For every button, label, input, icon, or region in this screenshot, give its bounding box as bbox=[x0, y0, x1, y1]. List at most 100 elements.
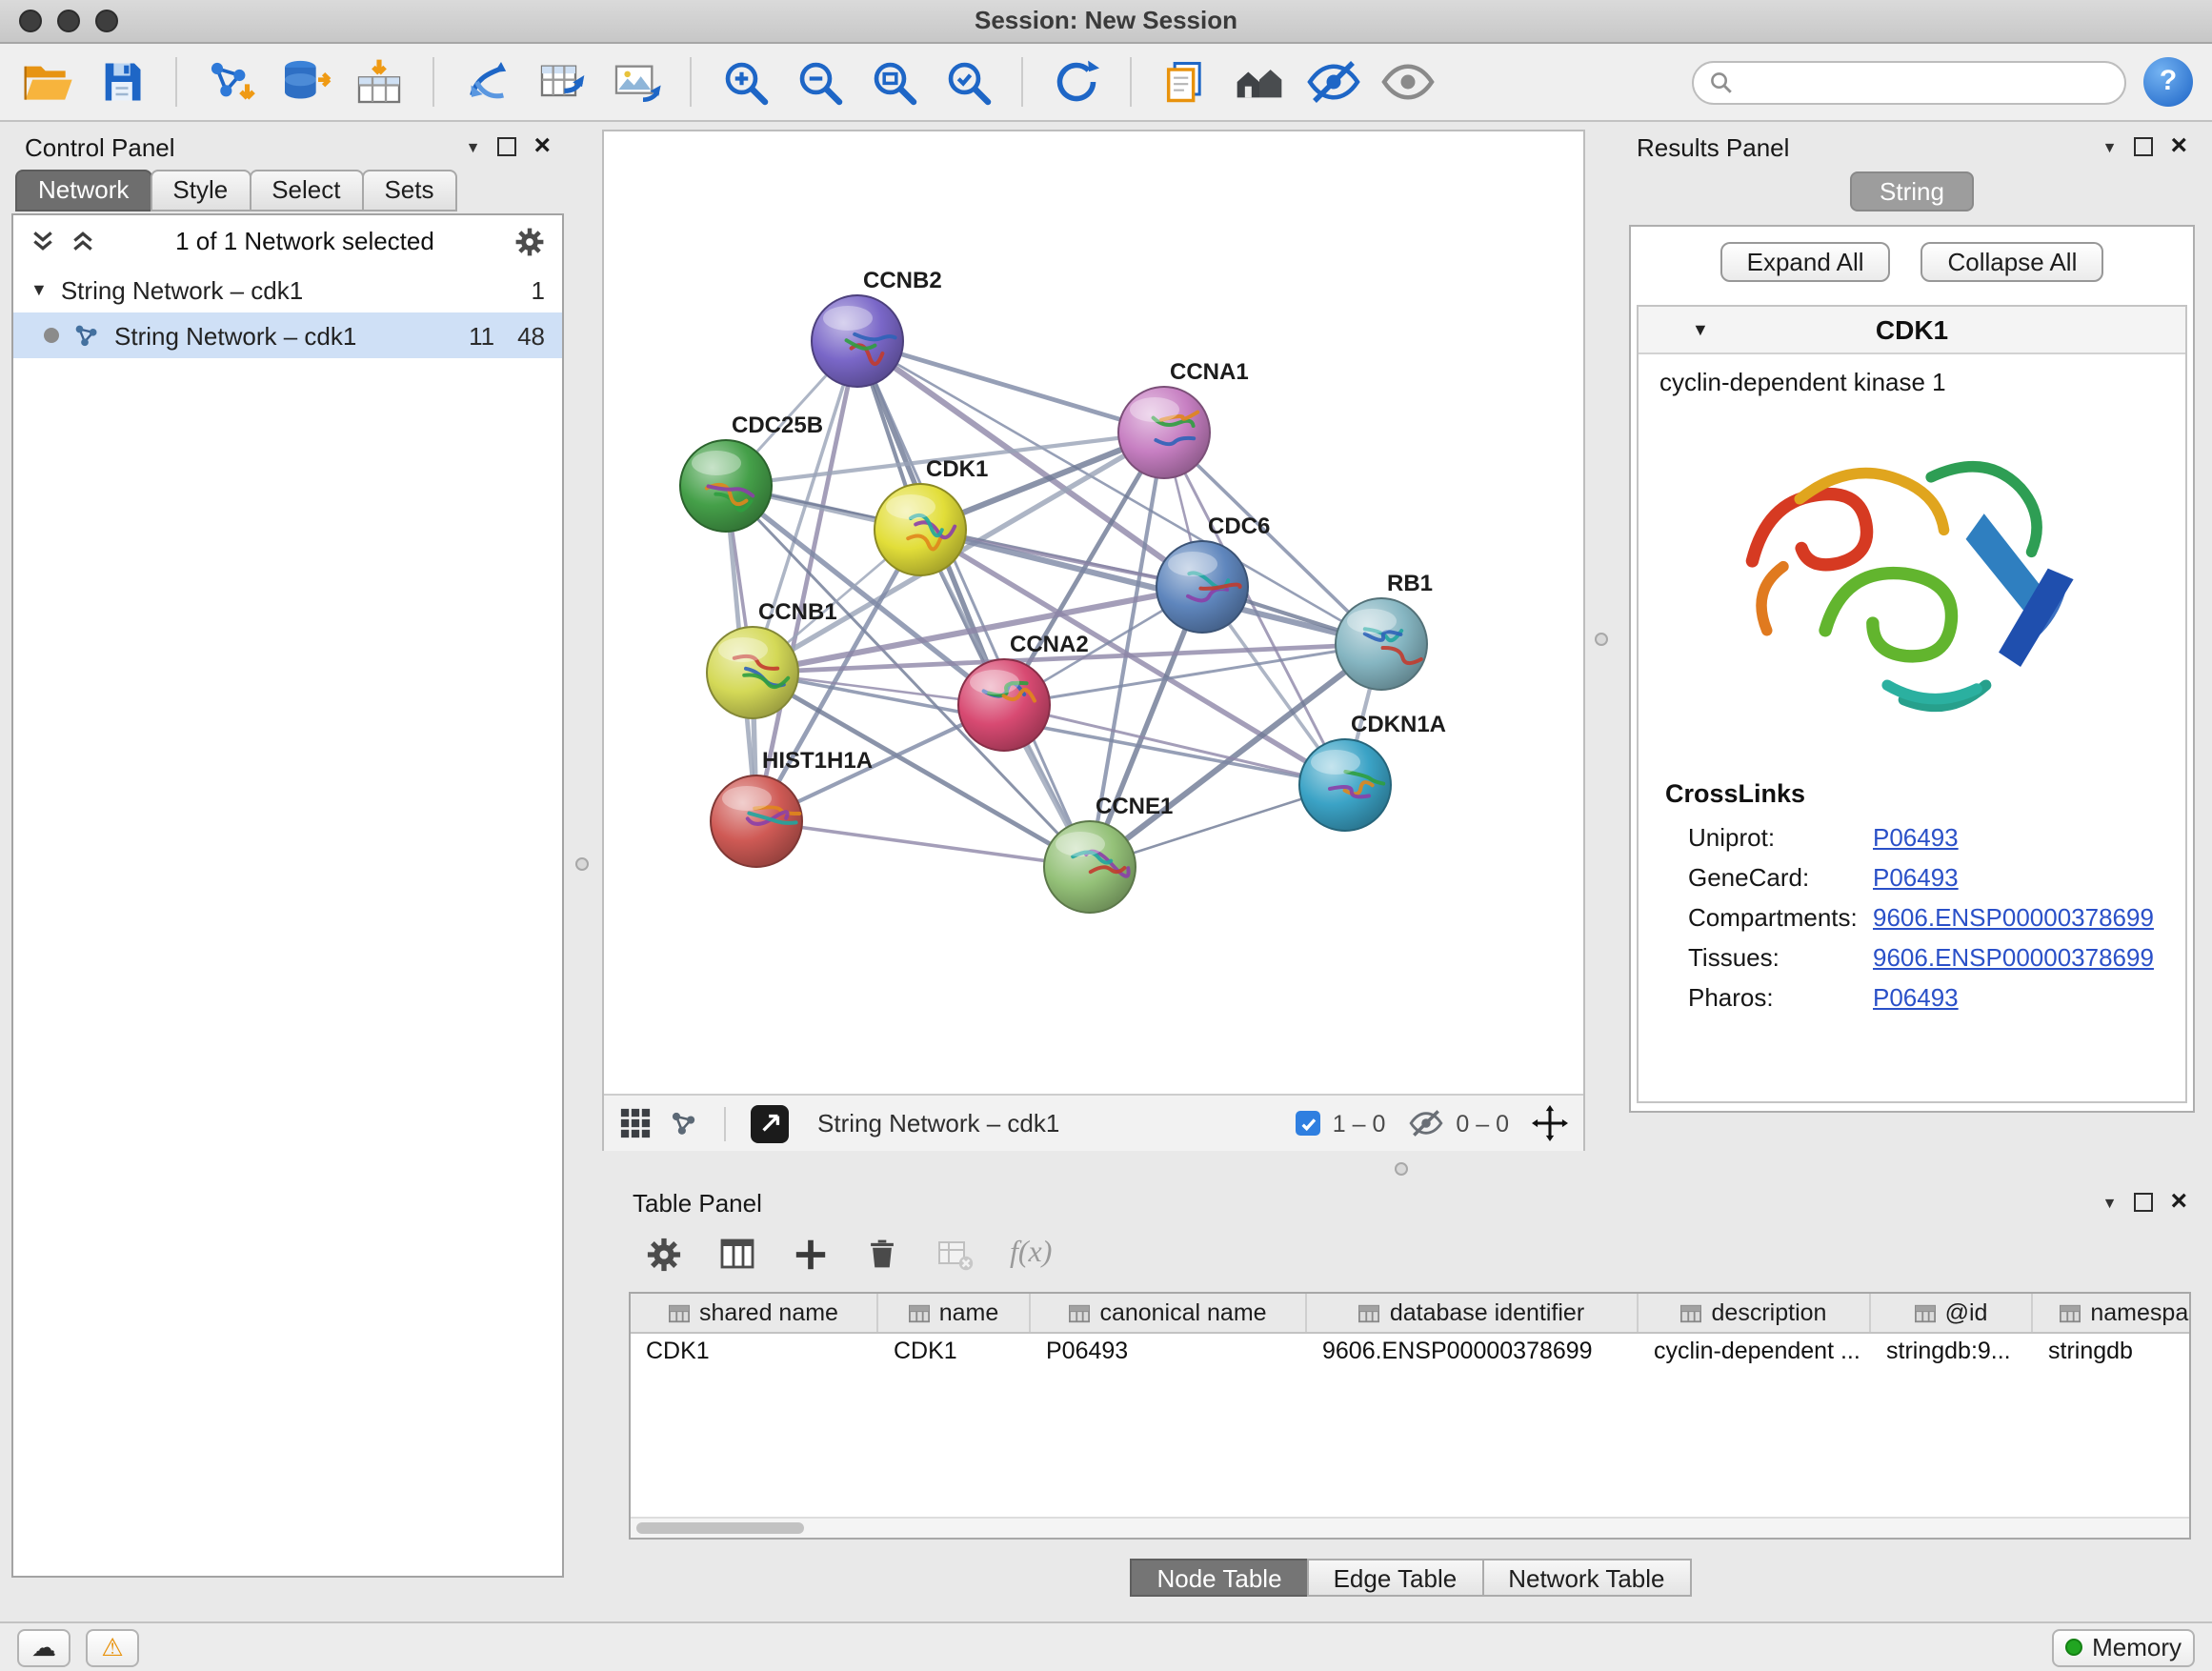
gear-icon[interactable] bbox=[646, 1236, 682, 1272]
hidden-eye-slash-icon[interactable] bbox=[1408, 1105, 1444, 1141]
import-network-database-button[interactable] bbox=[276, 53, 333, 111]
delete-column-icon[interactable] bbox=[865, 1237, 899, 1271]
crosshair-icon[interactable] bbox=[1532, 1105, 1568, 1141]
tab-network[interactable]: Network bbox=[15, 170, 151, 211]
crosslink-link[interactable]: 9606.ENSP00000378699 bbox=[1873, 903, 2154, 932]
search-field[interactable] bbox=[1692, 60, 2126, 104]
column-header-description[interactable]: description bbox=[1639, 1294, 1871, 1332]
network-collection-row[interactable]: ▼ String Network – cdk1 1 bbox=[13, 267, 562, 312]
close-window-button[interactable] bbox=[19, 10, 42, 32]
main-toolbar: ? bbox=[0, 44, 2212, 122]
save-session-button[interactable] bbox=[93, 53, 151, 111]
column-header--id[interactable]: @id bbox=[1871, 1294, 2033, 1332]
panel-float-icon[interactable] bbox=[2134, 1193, 2153, 1212]
crosslink-link[interactable]: 9606.ENSP00000378699 bbox=[1873, 943, 2154, 972]
export-image-button[interactable] bbox=[608, 53, 665, 111]
splitter-handle[interactable] bbox=[1395, 1162, 1408, 1176]
tab-sets[interactable]: Sets bbox=[361, 170, 456, 211]
copy-button[interactable] bbox=[1156, 53, 1214, 111]
table-cell: stringdb bbox=[2033, 1334, 2191, 1372]
tab-node-table[interactable]: Node Table bbox=[1130, 1559, 1308, 1597]
table-cell: CDK1 bbox=[878, 1334, 1031, 1372]
search-input[interactable] bbox=[1745, 67, 2109, 97]
zoom-selected-button[interactable] bbox=[939, 53, 996, 111]
tab-string[interactable]: String bbox=[1849, 171, 1975, 211]
warnings-button[interactable]: ⚠ bbox=[86, 1628, 139, 1666]
panel-close-icon[interactable]: × bbox=[2170, 137, 2187, 156]
crosslink-link[interactable]: P06493 bbox=[1873, 983, 1959, 1012]
import-network-file-button[interactable] bbox=[202, 53, 259, 111]
zoom-fit-button[interactable] bbox=[865, 53, 922, 111]
panel-menu-icon[interactable]: ▼ bbox=[2102, 138, 2118, 155]
zoom-in-button[interactable] bbox=[716, 53, 774, 111]
layout-arrows-button[interactable] bbox=[459, 53, 516, 111]
column-header-database-identifier[interactable]: database identifier bbox=[1307, 1294, 1639, 1332]
network-item-row[interactable]: String Network – cdk1 11 48 bbox=[13, 312, 562, 358]
tab-style[interactable]: Style bbox=[150, 170, 251, 211]
network-edge[interactable] bbox=[857, 341, 1164, 433]
network-node-hist1h1a[interactable]: HIST1H1A bbox=[711, 748, 873, 867]
collapse-triangle-icon[interactable]: ▼ bbox=[1692, 320, 1709, 339]
grid-overview-icon[interactable] bbox=[619, 1107, 652, 1139]
zoom-window-button[interactable] bbox=[95, 10, 118, 32]
protein-section: ▼ CDK1 cyclin-dependent kinase 1 bbox=[1637, 305, 2187, 1103]
network-node-ccnb2[interactable]: CCNB2 bbox=[812, 268, 942, 387]
network-edge[interactable] bbox=[756, 821, 1090, 867]
caret-down-icon[interactable]: ▼ bbox=[30, 280, 48, 299]
panel-close-icon[interactable]: × bbox=[2170, 1193, 2187, 1212]
refresh-view-button[interactable] bbox=[1048, 53, 1105, 111]
tab-network-table[interactable]: Network Table bbox=[1481, 1559, 1691, 1597]
collapse-all-button[interactable]: Collapse All bbox=[1921, 242, 2104, 282]
network-node-ccna1[interactable]: CCNA1 bbox=[1118, 359, 1249, 478]
network-edge[interactable] bbox=[857, 341, 1090, 867]
toolbar-separator bbox=[1130, 57, 1132, 107]
panel-float-icon[interactable] bbox=[497, 137, 516, 156]
open-session-button[interactable] bbox=[19, 53, 76, 111]
function-builder-button[interactable]: f(x) bbox=[1010, 1237, 1052, 1271]
splitter-handle[interactable] bbox=[575, 857, 589, 871]
network-view: CCNB2CCNA1CDC25BCDK1CDC6RB1CCNB1CCNA2CDK… bbox=[602, 130, 1585, 1151]
hide-details-button[interactable] bbox=[1305, 53, 1362, 111]
network-node-cdkn1a[interactable]: CDKN1A bbox=[1299, 712, 1446, 831]
zoom-out-button[interactable] bbox=[791, 53, 848, 111]
export-table-button[interactable] bbox=[533, 53, 591, 111]
column-header-namespace[interactable]: namespace bbox=[2033, 1294, 2191, 1332]
panel-float-icon[interactable] bbox=[2134, 137, 2153, 156]
crosslink-link[interactable]: P06493 bbox=[1873, 823, 1959, 852]
tab-edge-table[interactable]: Edge Table bbox=[1307, 1559, 1484, 1597]
control-panel-header: Control Panel ▼ × bbox=[8, 126, 568, 168]
help-icon[interactable]: ? bbox=[2143, 57, 2193, 107]
table-row[interactable]: CDK1CDK1P064939606.ENSP00000378699cyclin… bbox=[631, 1334, 2189, 1372]
panel-close-icon[interactable]: × bbox=[533, 137, 551, 156]
home-navigator-button[interactable] bbox=[1231, 53, 1288, 111]
cloud-button[interactable]: ☁ bbox=[17, 1628, 70, 1666]
crosslink-link[interactable]: P06493 bbox=[1873, 863, 1959, 892]
gear-icon[interactable] bbox=[514, 226, 545, 256]
collapse-all-icon[interactable] bbox=[30, 229, 55, 253]
protein-section-header[interactable]: ▼ CDK1 bbox=[1639, 307, 2185, 354]
select-columns-icon[interactable] bbox=[718, 1235, 756, 1273]
expand-all-button[interactable]: Expand All bbox=[1720, 242, 1891, 282]
splitter-handle[interactable] bbox=[1595, 633, 1608, 646]
minimize-window-button[interactable] bbox=[57, 10, 80, 32]
open-in-new-button[interactable] bbox=[751, 1104, 789, 1142]
import-table-button[interactable] bbox=[351, 53, 408, 111]
column-header-shared-name[interactable]: shared name bbox=[631, 1294, 878, 1332]
panel-menu-icon[interactable]: ▼ bbox=[2102, 1194, 2118, 1211]
panel-menu-icon[interactable]: ▼ bbox=[466, 138, 481, 155]
selected-checkbox-icon[interactable] bbox=[1297, 1111, 1321, 1136]
horizontal-scrollbar[interactable] bbox=[631, 1517, 2189, 1538]
scrollbar-thumb[interactable] bbox=[636, 1521, 804, 1533]
control-panel: Control Panel ▼ × NetworkStyleSelectSets… bbox=[8, 126, 568, 1578]
network-node-rb1[interactable]: RB1 bbox=[1336, 571, 1433, 690]
share-network-icon[interactable] bbox=[669, 1108, 699, 1138]
memory-button[interactable]: Memory bbox=[2052, 1628, 2195, 1666]
expand-all-icon[interactable] bbox=[70, 229, 95, 253]
node-label: CCNE1 bbox=[1096, 794, 1173, 819]
tab-select[interactable]: Select bbox=[249, 170, 363, 211]
column-header-canonical-name[interactable]: canonical name bbox=[1031, 1294, 1307, 1332]
column-header-name[interactable]: name bbox=[878, 1294, 1031, 1332]
network-canvas[interactable]: CCNB2CCNA1CDC25BCDK1CDC6RB1CCNB1CCNA2CDK… bbox=[604, 131, 1583, 1094]
show-details-button[interactable] bbox=[1379, 53, 1437, 111]
add-column-icon[interactable] bbox=[793, 1236, 829, 1272]
